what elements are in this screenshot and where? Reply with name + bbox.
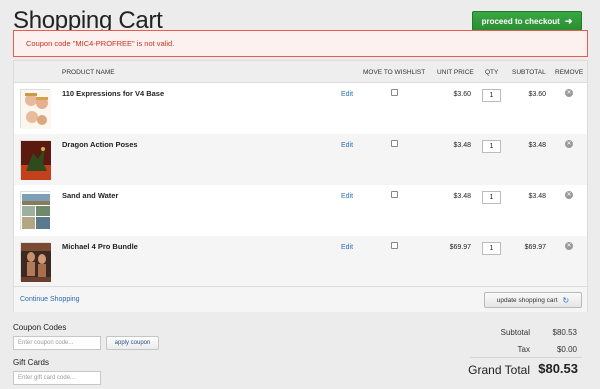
quantity-input[interactable]: 1 <box>482 140 501 153</box>
row-subtotal: $3.48 <box>528 142 546 149</box>
cart-table: PRODUCT NAME MOVE TO WISHLIST UNIT PRICE… <box>13 60 588 312</box>
refresh-icon: ↻ <box>562 295 570 305</box>
quantity-input[interactable]: 1 <box>482 242 501 255</box>
product-name[interactable]: Dragon Action Poses <box>62 140 138 149</box>
coupon-code-input[interactable]: Enter coupon code... <box>13 336 101 350</box>
wishlist-checkbox[interactable] <box>391 140 398 147</box>
dragon-thumbnail[interactable] <box>20 140 51 180</box>
header-move-to-wishlist: MOVE TO WISHLIST <box>363 69 426 76</box>
tax-value: $0.00 <box>556 345 577 354</box>
unit-price: $69.97 <box>449 244 471 251</box>
update-button-label: update shopping cart <box>496 296 558 304</box>
cart-footer: Continue Shopping update shopping cart ↻ <box>14 286 587 312</box>
coupon-codes-heading: Coupon Codes <box>13 323 67 332</box>
remove-icon[interactable]: ✕ <box>565 191 573 199</box>
edit-link[interactable]: Edit <box>341 142 353 149</box>
remove-icon[interactable]: ✕ <box>565 140 573 148</box>
edit-link[interactable]: Edit <box>341 91 353 98</box>
unit-price: $3.60 <box>453 91 471 98</box>
error-message: Coupon code "MIC4-PROFREE" is not valid. <box>26 39 175 48</box>
subtotal-label: Subtotal <box>500 328 530 337</box>
apply-coupon-button[interactable]: apply coupon <box>106 336 159 350</box>
unit-price: $3.48 <box>453 193 471 200</box>
checkout-button-label: proceed to checkout <box>481 16 560 26</box>
grand-total-value: $80.53 <box>538 361 578 376</box>
gift-card-input[interactable]: Enter gift card code... <box>13 371 101 385</box>
header-remove: REMOVE <box>555 69 584 76</box>
proceed-to-checkout-button[interactable]: proceed to checkout ➜ <box>472 11 582 31</box>
header-product-name: PRODUCT NAME <box>62 69 115 76</box>
totals-divider <box>470 357 582 358</box>
table-row: Sand and Water Edit $3.48 1 $3.48 ✕ <box>14 185 587 236</box>
remove-icon[interactable]: ✕ <box>565 89 573 97</box>
table-row: 110 Expressions for V4 Base Edit $3.60 1… <box>14 83 587 134</box>
wishlist-checkbox[interactable] <box>391 89 398 96</box>
tax-label: Tax <box>517 345 530 354</box>
gift-cards-heading: Gift Cards <box>13 358 50 367</box>
continue-shopping-link[interactable]: Continue Shopping <box>20 296 80 303</box>
arrow-right-icon: ➜ <box>564 15 573 26</box>
product-name[interactable]: 110 Expressions for V4 Base <box>62 89 164 98</box>
row-subtotal: $3.48 <box>528 193 546 200</box>
table-header: PRODUCT NAME MOVE TO WISHLIST UNIT PRICE… <box>14 61 587 83</box>
wishlist-checkbox[interactable] <box>391 191 398 198</box>
subtotal-value: $80.53 <box>552 328 577 337</box>
edit-link[interactable]: Edit <box>341 244 353 251</box>
row-subtotal: $69.97 <box>524 244 546 251</box>
table-row: Michael 4 Pro Bundle Edit $69.97 1 $69.9… <box>14 236 587 287</box>
table-row: Dragon Action Poses Edit $3.48 1 $3.48 ✕ <box>14 134 587 185</box>
landscape-thumbnail[interactable] <box>20 191 51 231</box>
grand-total-label: Grand Total <box>468 363 530 377</box>
unit-price: $3.48 <box>453 142 471 149</box>
coupon-error-alert: Coupon code "MIC4-PROFREE" is not valid. <box>13 30 588 57</box>
quantity-input[interactable]: 1 <box>482 191 501 204</box>
header-unit-price: UNIT PRICE <box>437 69 474 76</box>
edit-link[interactable]: Edit <box>341 193 353 200</box>
update-shopping-cart-button[interactable]: update shopping cart ↻ <box>484 292 582 308</box>
quantity-input[interactable]: 1 <box>482 89 501 102</box>
faces-thumbnail[interactable] <box>20 89 51 129</box>
product-name[interactable]: Michael 4 Pro Bundle <box>62 242 138 251</box>
row-subtotal: $3.60 <box>528 91 546 98</box>
product-name[interactable]: Sand and Water <box>62 191 118 200</box>
figure-thumbnail[interactable] <box>20 242 51 282</box>
wishlist-checkbox[interactable] <box>391 242 398 249</box>
header-qty: QTY <box>485 69 499 76</box>
remove-icon[interactable]: ✕ <box>565 242 573 250</box>
header-subtotal: SUBTOTAL <box>512 69 546 76</box>
